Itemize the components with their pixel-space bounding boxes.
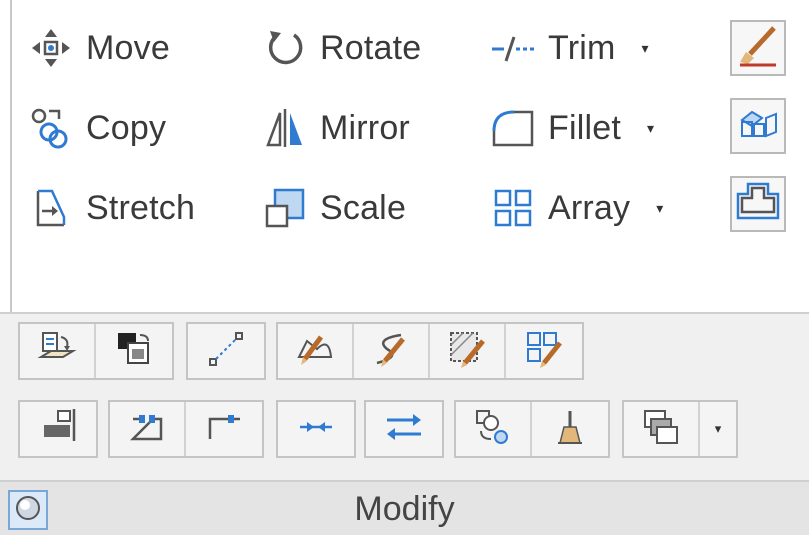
edit-hatch-icon: [447, 329, 487, 374]
draw-order-dropdown-icon[interactable]: ▾: [700, 402, 736, 456]
draworder-icon: [114, 329, 154, 374]
rotate-icon: [262, 25, 308, 71]
move-label: Move: [86, 28, 170, 67]
fillet-dropdown-icon[interactable]: ▾: [647, 120, 654, 137]
mirror-label: Mirror: [320, 108, 410, 147]
panel-title-bar[interactable]: Modify: [0, 480, 809, 535]
draworder-button[interactable]: [96, 324, 172, 378]
change-space-button[interactable]: [20, 324, 96, 378]
reverse-button[interactable]: [366, 402, 442, 456]
rotate-button[interactable]: Rotate: [262, 16, 421, 80]
edit-polyline-button[interactable]: [278, 324, 354, 378]
modify-ribbon-panel: Move Rotate Trim ▾ Copy Mirror Fillet ▾ …: [0, 0, 809, 535]
trim-dropdown-icon[interactable]: ▾: [642, 40, 649, 57]
panel-title: Modify: [354, 490, 455, 528]
array-label: Array: [548, 188, 631, 227]
break-button[interactable]: [186, 402, 262, 456]
join-button[interactable]: [278, 402, 354, 456]
lengthen-icon: [206, 329, 246, 374]
array-button[interactable]: Array ▾: [490, 176, 663, 240]
scale-button[interactable]: Scale: [262, 176, 406, 240]
scale-label: Scale: [320, 188, 407, 227]
copy-button[interactable]: Copy: [28, 96, 166, 160]
mirror-icon: [262, 105, 308, 151]
trim-icon: [490, 25, 536, 71]
mirror-button[interactable]: Mirror: [262, 96, 410, 160]
edit-array-icon: [524, 329, 564, 374]
expanded-tools-area: ▾: [0, 312, 809, 480]
stretch-button[interactable]: Stretch: [28, 176, 195, 240]
edit-text-button[interactable]: [532, 402, 608, 456]
toolbar-group-lengthen: [186, 322, 266, 380]
move-icon: [28, 25, 74, 71]
stretch-icon: [28, 185, 74, 231]
edit-array-button[interactable]: [506, 324, 582, 378]
set-to-bylayer-icon: [473, 407, 513, 452]
toolbar-group-draworder: ▾: [622, 400, 738, 458]
draw-order-icon: [641, 407, 681, 452]
align-icon: [38, 407, 78, 452]
edit-text-icon: [550, 407, 590, 452]
toolbar-group-reverse: [364, 400, 444, 458]
scale-icon: [262, 185, 308, 231]
toolbar-group-break: [108, 400, 264, 458]
fillet-icon: [490, 105, 536, 151]
explode-button[interactable]: [730, 98, 786, 154]
panel-left-border: [10, 0, 12, 312]
array-icon: [490, 185, 536, 231]
toolbar-group-properties: [454, 400, 610, 458]
edit-hatch-button[interactable]: [430, 324, 506, 378]
edit-spline-button[interactable]: [354, 324, 430, 378]
toolbar-group-space: [18, 322, 174, 380]
break-icon: [204, 407, 244, 452]
fillet-button[interactable]: Fillet ▾: [490, 96, 654, 160]
rotate-label: Rotate: [320, 28, 422, 67]
fillet-label: Fillet: [548, 108, 621, 147]
edit-spline-icon: [371, 329, 411, 374]
erase-icon: [736, 24, 780, 73]
break-at-point-icon: [127, 407, 167, 452]
explode-icon: [736, 104, 780, 149]
toolbar-group-edit: [276, 322, 584, 380]
copy-icon: [28, 105, 74, 151]
erase-button[interactable]: [730, 20, 786, 76]
offset-button[interactable]: [730, 176, 786, 232]
offset-icon: [736, 180, 780, 229]
break-at-point-button[interactable]: [110, 402, 186, 456]
toolbar-group-join: [276, 400, 356, 458]
join-icon: [296, 407, 336, 452]
move-button[interactable]: Move: [28, 16, 170, 80]
draw-order-button[interactable]: [624, 402, 700, 456]
reverse-icon: [383, 407, 425, 452]
align-button[interactable]: [20, 402, 96, 456]
stretch-label: Stretch: [86, 188, 196, 227]
copy-label: Copy: [86, 108, 167, 147]
toolbar-group-align: [18, 400, 98, 458]
lengthen-button[interactable]: [188, 324, 264, 378]
trim-button[interactable]: Trim ▾: [490, 16, 649, 80]
set-to-bylayer-button[interactable]: [456, 402, 532, 456]
edit-polyline-icon: [295, 329, 335, 374]
trim-label: Trim: [548, 28, 616, 67]
change-space-icon: [37, 329, 77, 374]
array-dropdown-icon[interactable]: ▾: [656, 200, 663, 217]
